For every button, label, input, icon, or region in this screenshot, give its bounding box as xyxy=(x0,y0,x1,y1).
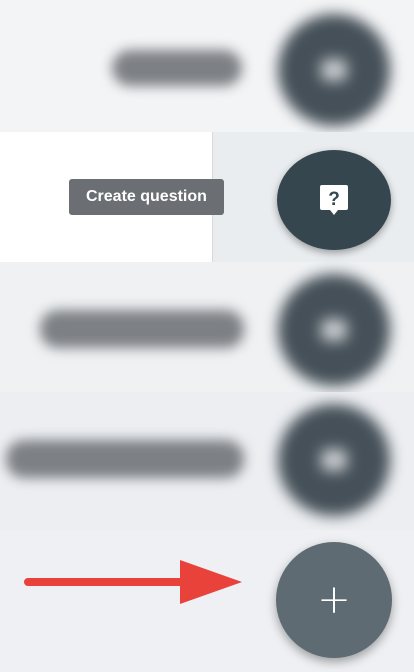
question-bubble-icon: ? xyxy=(320,185,348,215)
blurred-label-1 xyxy=(112,50,242,86)
blurred-action-button-4 xyxy=(278,404,390,516)
blurred-action-button-1 xyxy=(278,14,390,126)
svg-text:?: ? xyxy=(328,189,340,210)
blurred-action-row-4 xyxy=(0,392,414,530)
plus-icon: + xyxy=(317,577,351,623)
create-question-tooltip: Create question xyxy=(69,179,224,215)
blurred-label-3 xyxy=(40,310,244,348)
create-question-button[interactable]: ? xyxy=(277,150,391,250)
blurred-action-row-3 xyxy=(0,262,414,392)
speed-dial-screenshot: Create question ? + xyxy=(0,0,414,672)
red-arrow-right-icon xyxy=(24,560,242,604)
main-fab-row: + xyxy=(0,530,414,672)
blurred-action-button-3 xyxy=(278,274,390,386)
speed-dial-main-button[interactable]: + xyxy=(276,542,392,658)
create-question-row: Create question ? xyxy=(0,132,414,262)
blurred-action-row-1 xyxy=(0,0,414,132)
blurred-label-4 xyxy=(6,440,244,478)
